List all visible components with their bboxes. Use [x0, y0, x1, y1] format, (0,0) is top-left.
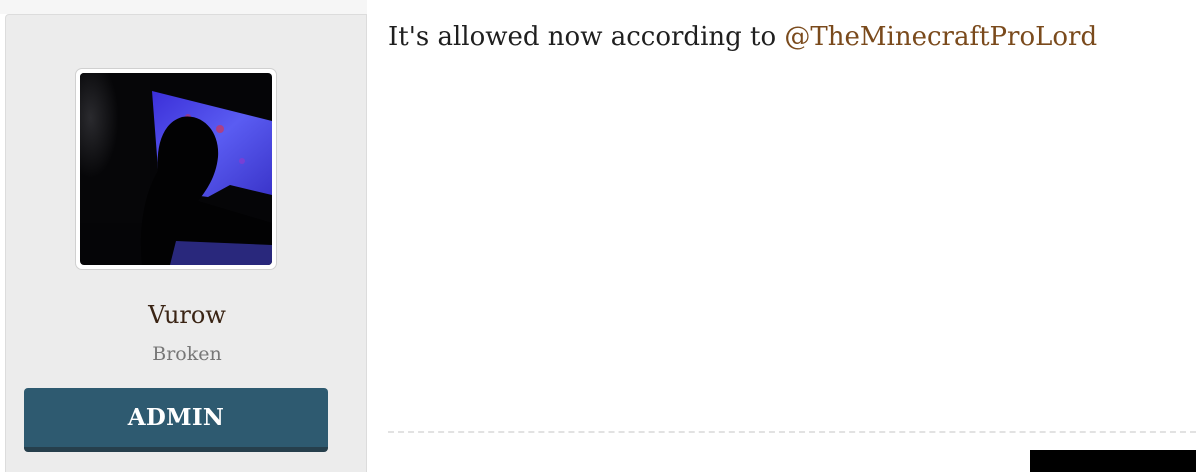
avatar-frame[interactable]: [75, 68, 277, 270]
message-divider: [388, 431, 1196, 433]
user-mention-link[interactable]: @TheMinecraftProLord: [784, 22, 1097, 52]
panel-top-strip: [0, 0, 367, 14]
message-text: It's allowed now according to: [388, 22, 785, 52]
user-info-panel: Vurow Broken ADMIN: [5, 14, 367, 472]
avatar: [80, 73, 272, 265]
footer-block: [1030, 450, 1196, 472]
message-body: It's allowed now according to @TheMinecr…: [388, 22, 1188, 52]
username-link[interactable]: Vurow: [6, 301, 368, 329]
post-container: Vurow Broken ADMIN It's allowed now acco…: [0, 0, 1196, 472]
role-badge: ADMIN: [24, 388, 328, 452]
user-title: Broken: [152, 343, 222, 365]
